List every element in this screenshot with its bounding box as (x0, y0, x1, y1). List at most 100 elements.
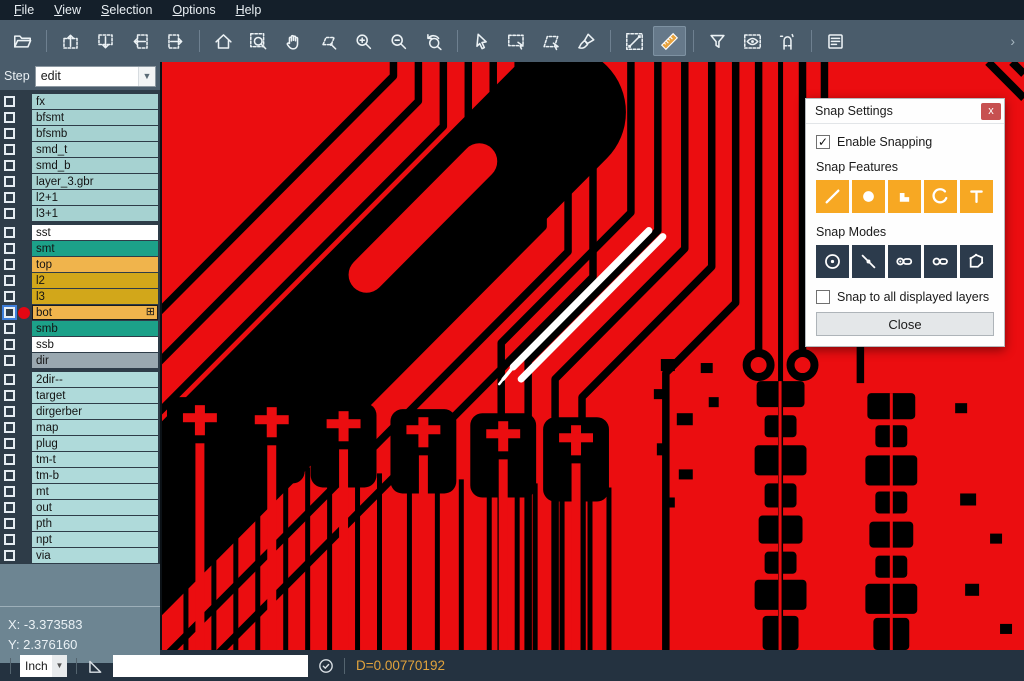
layer-visibility-checkbox-map[interactable] (4, 422, 15, 433)
snap-mode-contour-button[interactable] (960, 245, 993, 278)
layer-label-smd_b[interactable]: smd_b (32, 158, 158, 173)
layer-row-l3+1[interactable]: l3+1 (0, 206, 160, 221)
layer-visibility-checkbox-tm-t[interactable] (4, 454, 15, 465)
zoom-out-button[interactable] (382, 26, 415, 56)
layer-row-tm-b[interactable]: tm-b (0, 468, 160, 483)
snap-all-layers-checkbox[interactable] (816, 290, 830, 304)
layer-label-map[interactable]: map (32, 420, 158, 435)
layer-row-dir[interactable]: dir (0, 353, 160, 368)
scroll-left-button[interactable] (124, 26, 157, 56)
measure-input[interactable] (113, 655, 308, 677)
layer-label-tm-b[interactable]: tm-b (32, 468, 158, 483)
layer-visibility-checkbox-mt[interactable] (4, 486, 15, 497)
layer-visibility-checkbox-dirgerber[interactable] (4, 406, 15, 417)
layer-label-bot[interactable]: bot⊞ (32, 305, 158, 320)
snap-mode-slot-button[interactable] (888, 245, 921, 278)
layer-visibility-checkbox-target[interactable] (4, 390, 15, 401)
layer-label-smt[interactable]: smt (32, 241, 158, 256)
layer-label-top[interactable]: top (32, 257, 158, 272)
layer-visibility-checkbox-smt[interactable] (4, 243, 15, 254)
layer-row-l2[interactable]: l2 (0, 273, 160, 288)
apply-measure-icon[interactable] (317, 657, 335, 675)
menu-view[interactable]: View (44, 1, 91, 19)
layer-visibility-checkbox-tm-b[interactable] (4, 470, 15, 481)
transform-select-button[interactable] (312, 26, 345, 56)
snap-feature-text-button[interactable] (960, 180, 993, 213)
pan-hand-button[interactable] (277, 26, 310, 56)
layer-row-npt[interactable]: npt (0, 532, 160, 547)
layer-row-l2+1[interactable]: l2+1 (0, 190, 160, 205)
home-view-button[interactable] (207, 26, 240, 56)
layer-row-fx[interactable]: fx (0, 94, 160, 109)
dialog-titlebar[interactable]: Snap Settings x (806, 99, 1004, 124)
layer-row-smt[interactable]: smt (0, 241, 160, 256)
layer-row-out[interactable]: out (0, 500, 160, 515)
layer-row-ssb[interactable]: ssb (0, 337, 160, 352)
layer-label-2dir--[interactable]: 2dir-- (32, 372, 158, 387)
zoom-previous-button[interactable] (417, 26, 450, 56)
paint-brush-button[interactable] (570, 26, 603, 56)
menu-help[interactable]: Help (226, 1, 272, 19)
menu-options[interactable]: Options (162, 1, 225, 19)
menu-selection[interactable]: Selection (91, 1, 162, 19)
layer-label-smd_t[interactable]: smd_t (32, 142, 158, 157)
layer-row-2dir--[interactable]: 2dir-- (0, 372, 160, 387)
layer-row-dirgerber[interactable]: dirgerber (0, 404, 160, 419)
layer-visibility-checkbox-top[interactable] (4, 259, 15, 270)
layer-visibility-checkbox-sst[interactable] (4, 227, 15, 238)
snap-mode-center-button[interactable] (816, 245, 849, 278)
layer-label-fx[interactable]: fx (32, 94, 158, 109)
layer-visibility-checkbox-bfsmt[interactable] (4, 112, 15, 123)
toolbar-overflow-icon[interactable]: › (1010, 33, 1018, 49)
layer-visibility-checkbox-smd_t[interactable] (4, 144, 15, 155)
layer-label-l2[interactable]: l2 (32, 273, 158, 288)
layer-row-tm-t[interactable]: tm-t (0, 452, 160, 467)
layer-row-sst[interactable]: sst (0, 225, 160, 240)
layer-row-bfsmb[interactable]: bfsmb (0, 126, 160, 141)
layer-row-top[interactable]: top (0, 257, 160, 272)
layer-visibility-checkbox-smd_b[interactable] (4, 160, 15, 171)
layer-label-npt[interactable]: npt (32, 532, 158, 547)
enable-snapping-row[interactable]: ✓ Enable Snapping (816, 135, 994, 149)
polygon-select-button[interactable] (535, 26, 568, 56)
layer-label-mt[interactable]: mt (32, 484, 158, 499)
layer-visibility-checkbox-bfsmb[interactable] (4, 128, 15, 139)
layer-label-dir[interactable]: dir (32, 353, 158, 368)
angle-mode-icon[interactable] (86, 657, 104, 675)
layer-visibility-checkbox-smb[interactable] (4, 323, 15, 334)
layer-visibility-checkbox-l2[interactable] (4, 275, 15, 286)
layer-row-via[interactable]: via (0, 548, 160, 563)
enable-snapping-checkbox[interactable]: ✓ (816, 135, 830, 149)
layer-row-mt[interactable]: mt (0, 484, 160, 499)
snap-mode-slot-open-button[interactable] (924, 245, 957, 278)
snap-settings-button[interactable] (771, 26, 804, 56)
layer-visibility-checkbox-plug[interactable] (4, 438, 15, 449)
layer-visibility-checkbox-out[interactable] (4, 502, 15, 513)
layer-label-bfsmb[interactable]: bfsmb (32, 126, 158, 141)
layer-row-smd_b[interactable]: smd_b (0, 158, 160, 173)
layer-row-target[interactable]: target (0, 388, 160, 403)
scroll-down-button[interactable] (89, 26, 122, 56)
layer-visibility-checkbox-ssb[interactable] (4, 339, 15, 350)
layer-row-map[interactable]: map (0, 420, 160, 435)
layer-row-l3[interactable]: l3 (0, 289, 160, 304)
layer-label-l3+1[interactable]: l3+1 (32, 206, 158, 221)
layer-label-ssb[interactable]: ssb (32, 337, 158, 352)
layer-label-sst[interactable]: sst (32, 225, 158, 240)
layer-label-via[interactable]: via (32, 548, 158, 563)
layer-row-layer_3.gbr[interactable]: layer_3.gbr (0, 174, 160, 189)
layer-row-bfsmt[interactable]: bfsmt (0, 110, 160, 125)
scroll-up-button[interactable] (54, 26, 87, 56)
zoom-in-button[interactable] (347, 26, 380, 56)
step-dropdown[interactable]: edit ▼ (35, 66, 156, 87)
close-button[interactable]: Close (816, 312, 994, 336)
layer-row-pth[interactable]: pth (0, 516, 160, 531)
filter-button[interactable] (701, 26, 734, 56)
scroll-right-button[interactable] (159, 26, 192, 56)
layer-label-plug[interactable]: plug (32, 436, 158, 451)
layer-label-target[interactable]: target (32, 388, 158, 403)
snap-feature-arc-button[interactable] (924, 180, 957, 213)
layer-label-out[interactable]: out (32, 500, 158, 515)
layer-visibility-checkbox-l3[interactable] (4, 291, 15, 302)
layer-visibility-checkbox-layer_3.gbr[interactable] (4, 176, 15, 187)
